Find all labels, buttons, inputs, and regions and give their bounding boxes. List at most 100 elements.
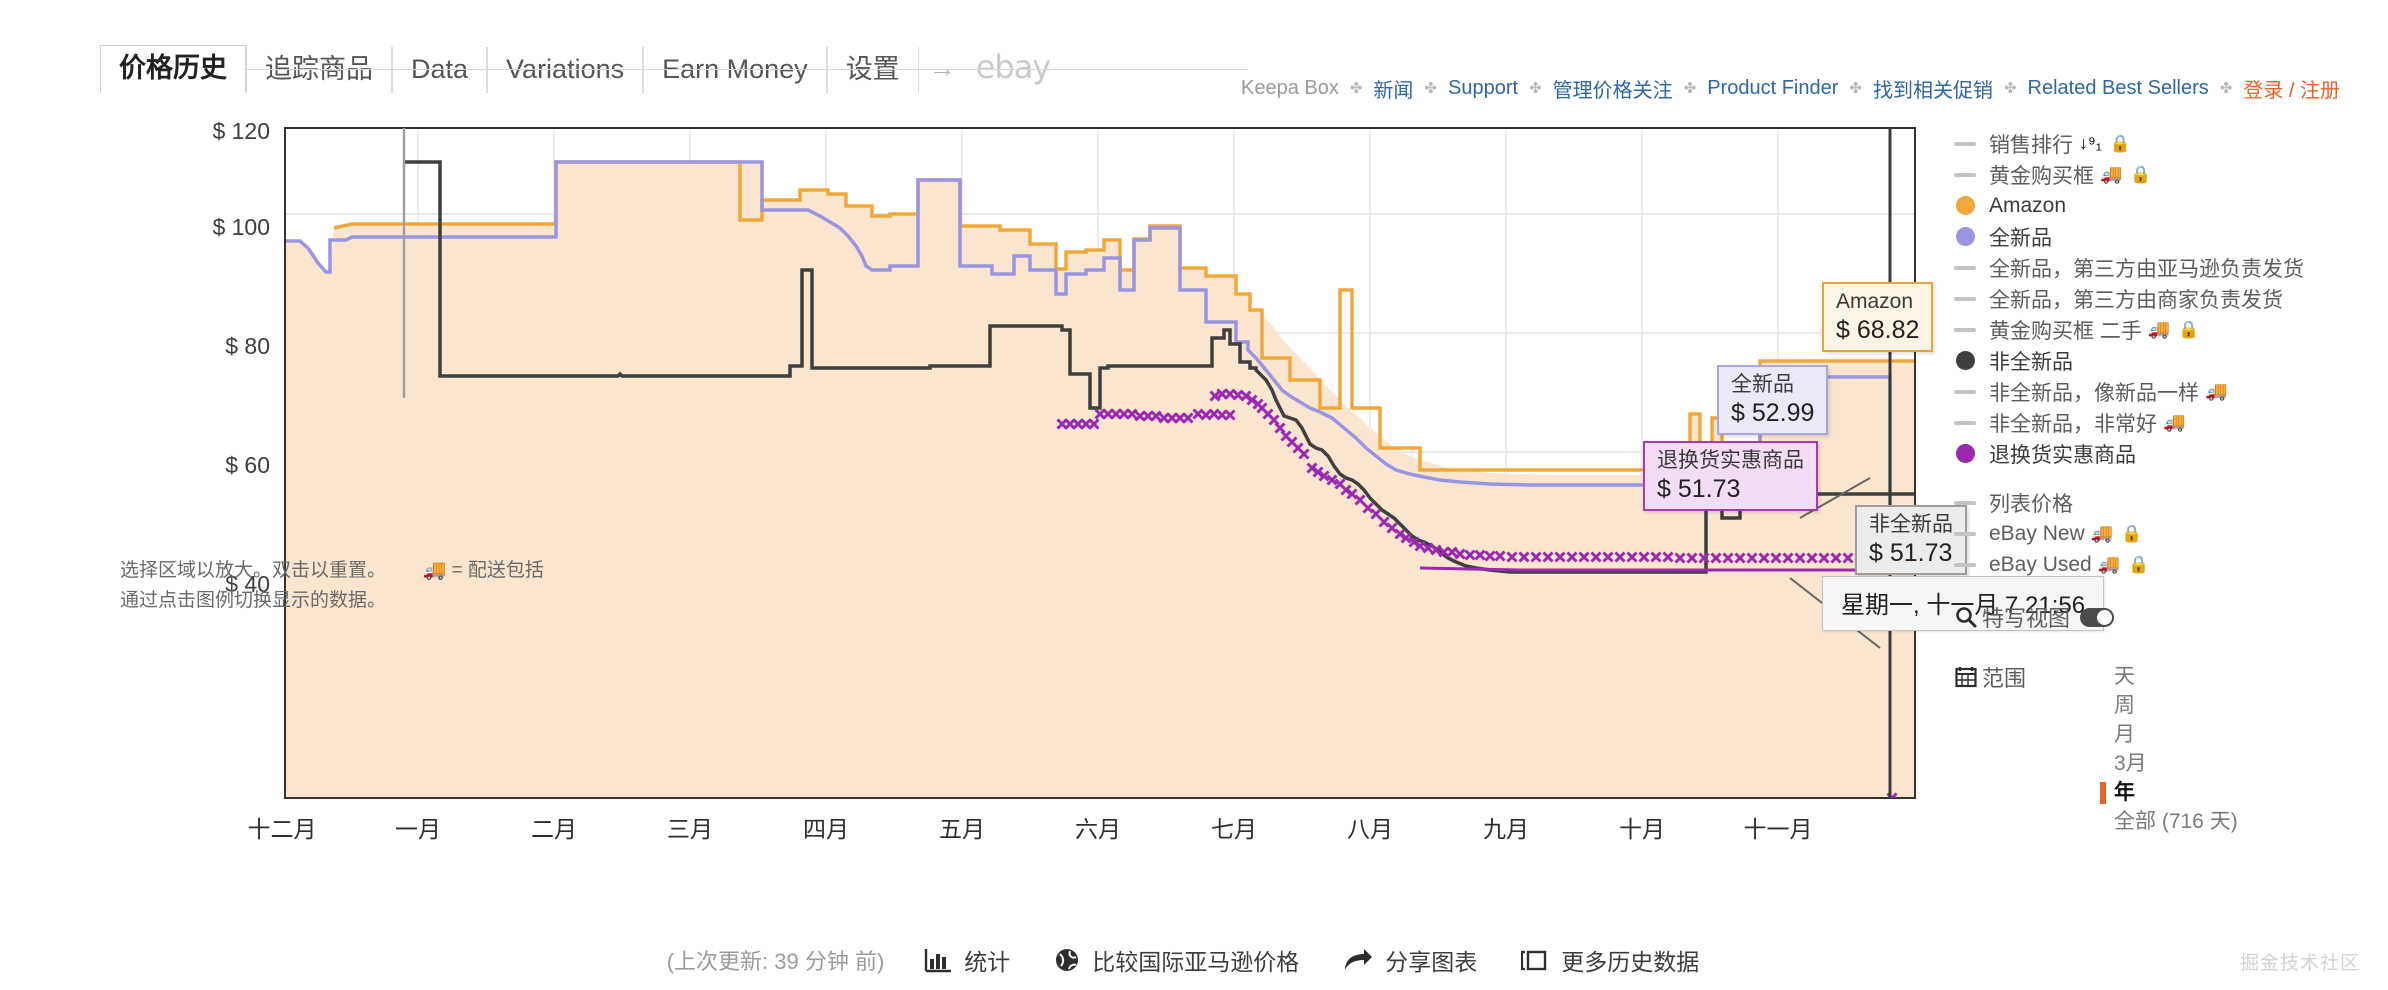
nav-link-0[interactable]: 新闻: [1373, 74, 1413, 103]
tooltip-new-name: 全新品: [1731, 373, 1794, 396]
truck-icon: 🚚: [422, 560, 447, 581]
legend-label: 全新品，第三方由亚马逊负责发货: [1989, 257, 2304, 281]
nav-link-1[interactable]: Support: [1448, 77, 1518, 100]
legend-item-8[interactable]: 非全新品，像新品一样 🚚: [1950, 376, 2388, 407]
keepa-price-history-page: 价格历史 追踪商品 Data Variations Earn Money 设置 → ebay …: [0, 0, 2388, 990]
legend-dash-icon: [1950, 141, 1980, 146]
warehouse-deal-marker: [1896, 804, 1905, 813]
tab-4[interactable]: Earn Money: [643, 47, 827, 93]
tab-5[interactable]: 设置: [826, 47, 919, 93]
legend-dash-icon: [1950, 562, 1980, 567]
x-tick-4: 四月: [803, 816, 849, 842]
chart-note-shipping-text: = 配送包括: [451, 560, 544, 581]
range-option-3[interactable]: 3月: [2100, 749, 2238, 778]
legend-marker: [1954, 500, 1976, 505]
truck-icon: 🚚: [2097, 554, 2121, 574]
nav-link-6[interactable]: 登录 / 注册: [2243, 74, 2340, 103]
legend-marker: [1955, 444, 1975, 463]
legend-marker: [1954, 327, 1976, 332]
last-updated-text: (上次更新: 39 分钟 前): [666, 949, 885, 974]
legend-marker: [1954, 265, 1976, 270]
calendar-icon: [1950, 665, 1982, 689]
y-tick-2: $ 80: [225, 333, 270, 359]
legend-marker: [1955, 351, 1975, 370]
top-nav-links: Keepa Box ✤ 新闻 ✤ Support ✤ 管理价格关注 ✤ Product Find…: [1241, 74, 2340, 103]
share-chart-button[interactable]: 分享图表: [1343, 943, 1477, 977]
legend-item-1[interactable]: 黄金购买框 🚚 🔒: [1950, 159, 2388, 190]
range-option-label: 年: [2114, 781, 2135, 804]
legend-marker: [1954, 172, 1976, 177]
range-option-2[interactable]: 月: [2100, 720, 2238, 749]
lock-icon: 🔒: [2109, 133, 2131, 153]
nav-separator-icon: ✤: [1424, 79, 1437, 97]
truck-icon: 🚚: [2205, 381, 2228, 401]
legend-item-6[interactable]: 黄金购买框 二手 🚚 🔒: [1950, 314, 2388, 345]
legend-dash-icon: [1950, 172, 1980, 177]
legend-item-2[interactable]: eBay Used 🚚 🔒: [1950, 549, 2388, 580]
lock-icon: 🔒: [2178, 319, 2200, 339]
lock-icon: 🔒: [2130, 164, 2152, 184]
tab-3[interactable]: Variations: [487, 47, 644, 93]
legend-label: 列表价格: [1989, 492, 2073, 516]
legend-marker: [1954, 296, 1976, 301]
tab-0[interactable]: 价格历史: [100, 45, 246, 93]
legend-label: 非全新品: [1989, 350, 2073, 374]
legend-item-1[interactable]: eBay New 🚚 🔒: [1950, 518, 2388, 549]
tooltip-used-name: 非全新品: [1869, 513, 1953, 536]
more-history-button[interactable]: 更多历史数据: [1521, 943, 1699, 977]
chart-legend: 销售排行 ↓⁹₁ 🔒 黄金购买框 🚚 🔒 Amazon 全新品 全新品，第三方由亚马逊负责发货全…: [1950, 128, 2388, 636]
legend-marker: [1954, 141, 1976, 146]
watermark: 掘金技术社区: [2239, 953, 2360, 974]
range-option-label: 月: [2114, 723, 2135, 746]
range-option-4[interactable]: 年: [2100, 778, 2238, 807]
statistics-button[interactable]: 统计: [924, 943, 1010, 977]
nav-link-5[interactable]: Related Best Sellers: [2028, 77, 2209, 100]
x-tick-6: 六月: [1075, 816, 1121, 842]
legend-item-5[interactable]: 全新品，第三方由商家负责发货: [1950, 283, 2388, 314]
tooltip-new-value: $ 52.99: [1731, 399, 1815, 427]
legend-item-0[interactable]: 销售排行 ↓⁹₁ 🔒: [1950, 128, 2388, 159]
nav-brand: Keepa Box: [1240, 77, 1339, 99]
legend-marker: [1955, 227, 1975, 246]
legend-item-10[interactable]: 退换货实惠商品: [1950, 438, 2388, 469]
range-option-1[interactable]: 周: [2100, 691, 2238, 720]
nav-link-4[interactable]: 找到相关促销: [1873, 74, 1993, 103]
x-tick-5: 五月: [939, 816, 985, 842]
range-option-0[interactable]: 天: [2100, 662, 2238, 691]
legend-dash-icon: [1950, 389, 1980, 394]
closeup-view-switch[interactable]: [2080, 607, 2115, 627]
x-tick-2: 二月: [531, 816, 577, 842]
nav-separator-icon: ✤: [2003, 79, 2017, 97]
legend-item-2[interactable]: Amazon: [1950, 190, 2388, 221]
legend-item-4[interactable]: 全新品，第三方由亚马逊负责发货: [1950, 252, 2388, 283]
range-option-5[interactable]: 全部 (716 天): [2100, 807, 2238, 836]
x-tick-3: 三月: [667, 816, 713, 842]
legend-item-0[interactable]: 列表价格: [1950, 487, 2388, 518]
share-arrow-icon: [1343, 948, 1373, 972]
legend-marker: [1954, 562, 1976, 567]
sales-rank-sort-icon: ↓⁹₁: [2079, 133, 2102, 153]
tooltip-amazon-name: Amazon: [1836, 290, 1914, 313]
legend-item-7[interactable]: 非全新品: [1950, 345, 2388, 376]
legend-marker: [1954, 389, 1976, 394]
toggle-knob: [2097, 609, 2113, 625]
legend-spacer-2: [1950, 580, 2388, 598]
nav-link-3[interactable]: Product Finder: [1707, 77, 1838, 100]
truck-icon: 🚚: [2163, 412, 2186, 432]
compare-international-button[interactable]: 比较国际亚马逊价格: [1054, 943, 1299, 977]
legend-item-9[interactable]: 非全新品，非常好 🚚: [1950, 407, 2388, 438]
compare-international-label: 比较国际亚马逊价格: [1092, 949, 1300, 975]
legend-label: 销售排行: [1989, 133, 2073, 157]
x-tick-1: 一月: [395, 816, 441, 842]
chart-help-notes: 选择区域以放大。双击以重置。 🚚 = 配送包括 通过点击图例切换显示的数据。: [120, 556, 680, 616]
tab-1[interactable]: 追踪商品: [246, 47, 392, 93]
legend-marker: [1954, 531, 1976, 536]
nav-link-2[interactable]: 管理价格关注: [1553, 74, 1673, 103]
legend-dash-icon: [1950, 265, 1980, 270]
closeup-view-toggle-row[interactable]: 特写视图: [1950, 598, 2388, 636]
legend-item-3[interactable]: 全新品: [1950, 221, 2388, 252]
statistics-label: 统计: [964, 949, 1011, 975]
tab-2[interactable]: Data: [392, 47, 488, 93]
range-option-label: 天: [2114, 665, 2135, 688]
lock-icon: 🔒: [2121, 523, 2143, 543]
